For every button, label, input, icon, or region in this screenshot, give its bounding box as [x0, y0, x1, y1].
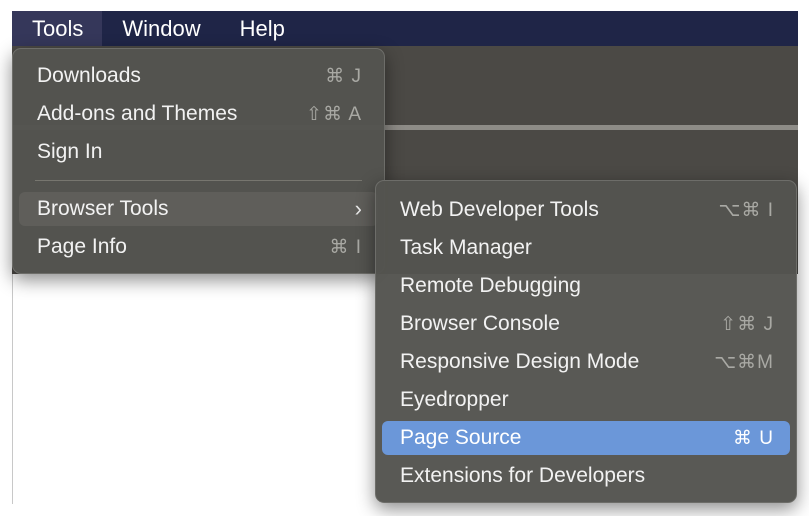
menu-item-label: Page Info	[37, 235, 127, 258]
menu-item-shortcut: ⌥⌘M	[714, 351, 774, 373]
menu-item-sign-in[interactable]: Sign In	[19, 135, 378, 169]
menu-item-shortcut: ⌘ J	[325, 65, 362, 87]
menu-item-shortcut: ⌘ U	[733, 427, 774, 449]
menu-item-browser-tools[interactable]: Browser Tools ›	[19, 192, 378, 226]
menu-item-label: Browser Console	[400, 312, 560, 335]
menu-item-label: Responsive Design Mode	[400, 350, 640, 373]
menu-item-label: Page Source	[400, 426, 522, 449]
menu-bar: Tools Window Help	[12, 11, 798, 46]
menu-item-label: Eyedropper	[400, 388, 509, 411]
menu-item-eyedropper[interactable]: Eyedropper	[382, 383, 790, 417]
chevron-right-icon: ›	[354, 196, 362, 221]
menubar-window[interactable]: Window	[102, 11, 219, 46]
menu-item-remote-debugging[interactable]: Remote Debugging	[382, 269, 790, 303]
menu-item-label: Sign In	[37, 140, 103, 163]
menu-item-extensions-for-developers[interactable]: Extensions for Developers	[382, 459, 790, 493]
menu-item-shortcut: ⌥⌘ I	[718, 199, 774, 221]
menu-item-browser-console[interactable]: Browser Console ⇧⌘ J	[382, 307, 790, 341]
menu-separator	[35, 180, 362, 181]
menu-item-label: Extensions for Developers	[400, 464, 646, 487]
menu-item-label: Web Developer Tools	[400, 198, 599, 221]
menu-item-label: Add-ons and Themes	[37, 102, 238, 125]
menu-item-page-info[interactable]: Page Info ⌘ I	[19, 230, 378, 264]
menu-item-add-ons-and-themes[interactable]: Add-ons and Themes ⇧⌘ A	[19, 97, 378, 131]
menu-item-responsive-design-mode[interactable]: Responsive Design Mode ⌥⌘M	[382, 345, 790, 379]
menu-item-label: Task Manager	[400, 236, 532, 259]
menu-item-label: Downloads	[37, 64, 141, 87]
menu-item-task-manager[interactable]: Task Manager	[382, 231, 790, 265]
menu-item-downloads[interactable]: Downloads ⌘ J	[19, 59, 378, 93]
menu-item-label: Remote Debugging	[400, 274, 581, 297]
menubar-tools[interactable]: Tools	[12, 11, 103, 46]
menu-item-shortcut: ⇧⌘ A	[306, 103, 362, 125]
menu-item-web-developer-tools[interactable]: Web Developer Tools ⌥⌘ I	[382, 193, 790, 227]
browser-tools-submenu: Web Developer Tools ⌥⌘ I Task Manager Re…	[375, 180, 797, 503]
tools-menu: Downloads ⌘ J Add-ons and Themes ⇧⌘ A Si…	[12, 48, 385, 274]
menu-item-shortcut: ⇧⌘ J	[720, 313, 774, 335]
menu-item-shortcut: ⌘ I	[329, 236, 362, 258]
menu-item-label: Browser Tools	[37, 197, 169, 220]
menubar-help[interactable]: Help	[220, 11, 304, 46]
menu-item-page-source[interactable]: Page Source ⌘ U	[382, 421, 790, 455]
